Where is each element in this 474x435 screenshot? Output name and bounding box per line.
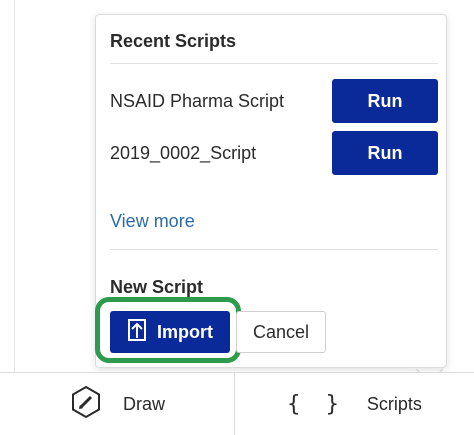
- view-more-link[interactable]: View more: [110, 211, 195, 232]
- divider: [110, 249, 438, 250]
- tab-draw[interactable]: Draw: [0, 373, 234, 435]
- braces-icon: { }: [287, 391, 345, 417]
- pencil-icon: [69, 385, 103, 424]
- script-name-2019: 2019_0002_Script: [110, 143, 257, 163]
- run-button-2019[interactable]: Run: [332, 131, 438, 175]
- import-button[interactable]: Import: [110, 311, 230, 353]
- upload-icon: [127, 318, 147, 347]
- scripts-label: Scripts: [366, 393, 422, 414]
- side-panel-edge: [0, 0, 15, 372]
- cancel-button[interactable]: Cancel: [236, 311, 326, 353]
- draw-label: Draw: [122, 393, 165, 414]
- recent-scripts-title: Recent Scripts: [110, 31, 237, 51]
- run-button-nsaid[interactable]: Run: [332, 79, 438, 123]
- tab-scripts[interactable]: { } Scripts: [234, 373, 474, 435]
- bottom-toolbar: Draw { } Scripts: [0, 372, 474, 435]
- script-name-nsaid: NSAID Pharma Script: [110, 91, 285, 111]
- divider: [110, 63, 438, 64]
- new-script-title: New Script: [110, 277, 204, 297]
- import-label: Import: [157, 321, 213, 342]
